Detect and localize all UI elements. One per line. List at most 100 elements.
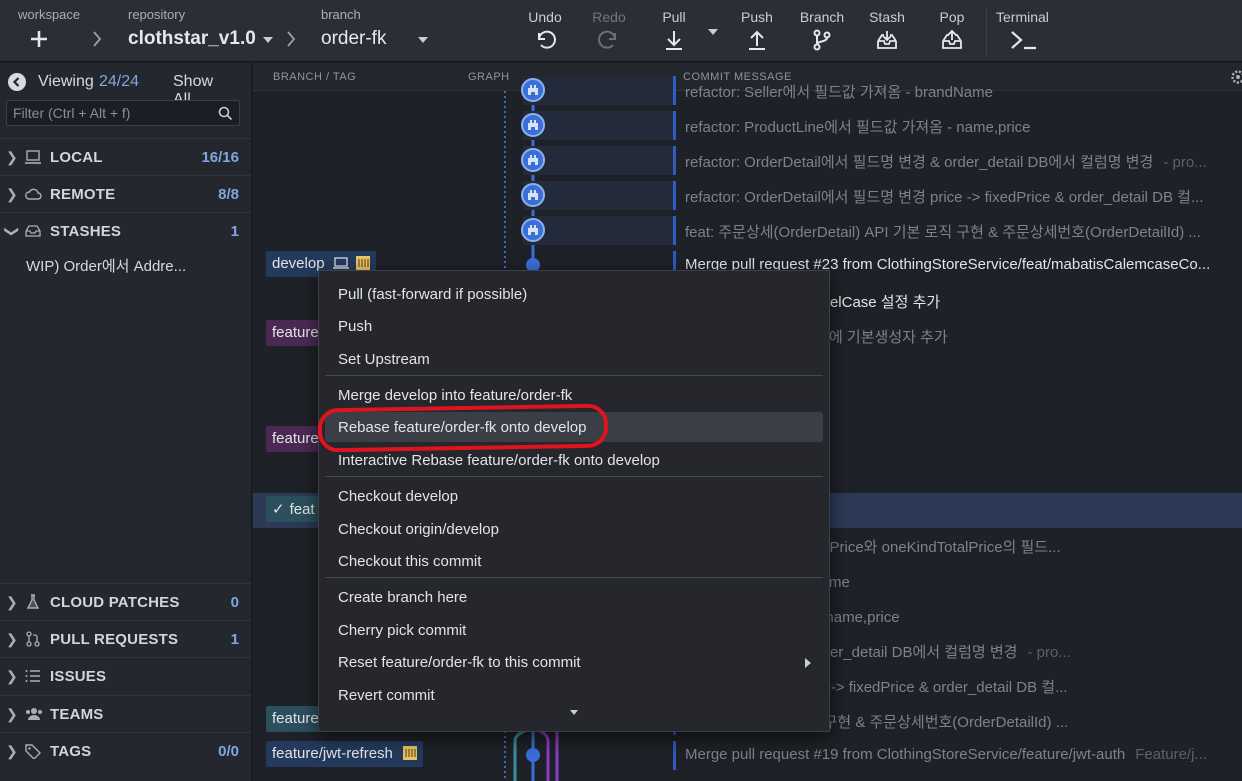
commit-message: Merge pull request #19 from ClothingStor…: [685, 746, 1207, 763]
commit-avatar-node[interactable]: [521, 183, 545, 207]
commit-color-bar: [673, 216, 676, 245]
commit-avatar-node[interactable]: [521, 148, 545, 172]
menu-item-label: Revert commit: [338, 687, 435, 704]
chevron-right-icon: ❯: [6, 706, 18, 722]
commit-avatar-node[interactable]: [521, 218, 545, 242]
commit-message-text: refactor: Seller에서 필드값 가져옴 - brandName: [685, 84, 993, 101]
avatar-icon: [528, 155, 538, 165]
menu-item-reset[interactable]: Reset feature/order-fk to this commit: [325, 647, 823, 677]
menu-item-set-upstream[interactable]: Set Upstream: [325, 344, 823, 374]
section-count: 1: [230, 223, 239, 240]
branch-selector[interactable]: branch order-fk: [313, 0, 443, 62]
branch-button[interactable]: Branch: [790, 6, 854, 58]
branch-tag-feature[interactable]: feature: [266, 426, 325, 452]
terminal-button[interactable]: Terminal: [992, 6, 1062, 58]
cloud-icon: [25, 188, 42, 200]
people-icon: [26, 708, 42, 720]
remote-avatar-icon: [403, 746, 418, 760]
inbox-icon: [25, 225, 41, 237]
pop-icon: [942, 29, 962, 49]
commit-row[interactable]: refactor: ProductLine에서 필드값 가져옴 - name,p…: [253, 108, 1242, 143]
toolbar: workspace repository clothstar_v1.0 bran…: [0, 0, 1242, 62]
section-stashes[interactable]: ❯ STASHES 1: [0, 212, 251, 249]
caret-down-icon: [418, 37, 428, 43]
commit-color-bar: [673, 741, 676, 770]
commit-ref-text: Feature/j...: [1135, 746, 1207, 763]
laptop-icon: [25, 150, 41, 164]
section-count: 1: [230, 631, 239, 648]
branch-tag-feature[interactable]: feature: [266, 706, 325, 732]
menu-item-checkout-commit[interactable]: Checkout this commit: [325, 546, 823, 576]
push-icon: [749, 30, 765, 50]
commit-row[interactable]: feat: 주문상세(OrderDetail) API 기본 로직 구현 & 주…: [253, 213, 1242, 248]
merge-commit-dot[interactable]: [526, 748, 540, 762]
back-arrow-icon[interactable]: [8, 73, 26, 91]
branch-tag-feature[interactable]: feature: [266, 320, 325, 346]
sidebar: Viewing 24/24 Show All ❯ LOCAL 16/16 ❯ R…: [0, 63, 252, 781]
section-issues[interactable]: ❯ ISSUES: [0, 657, 251, 694]
chevron-down-icon: ❯: [4, 225, 21, 238]
section-remote[interactable]: ❯ REMOTE 8/8: [0, 175, 251, 212]
workspace-group[interactable]: workspace: [0, 0, 80, 62]
menu-item-revert[interactable]: Revert commit: [325, 680, 823, 710]
section-local[interactable]: ❯ LOCAL 16/16: [0, 138, 251, 175]
pull-request-icon: [26, 631, 40, 647]
viewing-label: Viewing: [38, 73, 94, 90]
avatar-icon: [528, 120, 538, 130]
section-label: TAGS: [50, 743, 92, 760]
section-teams[interactable]: ❯ TEAMS: [0, 695, 251, 732]
branch-tag-jwt-refresh[interactable]: feature/jwt-refresh: [266, 741, 424, 767]
branch-tag-label: feature: [272, 710, 319, 727]
branch-tag-current[interactable]: ✓ feat: [266, 496, 321, 522]
menu-item-label: Pull (fast-forward if possible): [338, 286, 528, 303]
scroll-down-icon[interactable]: [570, 710, 578, 715]
commit-message: refactor: Seller에서 필드값 가져옴 - brandName: [685, 81, 993, 102]
undo-icon: [538, 30, 556, 49]
section-count: 16/16: [201, 149, 239, 166]
menu-item-label: Create branch here: [338, 589, 468, 606]
chevron-right-icon: ❯: [6, 594, 18, 610]
commit-row[interactable]: refactor: OrderDetail에서 필드명 변경 & order_d…: [253, 143, 1242, 178]
section-count: 8/8: [218, 186, 239, 203]
redo-button[interactable]: Redo: [577, 6, 641, 58]
menu-divider: [325, 375, 823, 376]
pull-button[interactable]: Pull: [642, 6, 706, 58]
section-pull-requests[interactable]: ❯ PULL REQUESTS 1: [0, 620, 251, 657]
repository-selector[interactable]: repository clothstar_v1.0: [120, 0, 280, 62]
branch-tag-label: feature: [272, 324, 319, 341]
remote-avatar-icon: [355, 256, 370, 270]
menu-item-create-branch[interactable]: Create branch here: [325, 582, 823, 612]
commit-message-text: refactor: OrderDetail에서 필드명 변경 & order_d…: [685, 154, 1154, 171]
graph-row-background: [523, 181, 675, 210]
menu-item-checkout-develop[interactable]: Checkout develop: [325, 481, 823, 511]
terminal-label: Terminal: [996, 9, 1049, 25]
commit-row[interactable]: refactor: Seller에서 필드값 가져옴 - brandName: [253, 73, 1242, 108]
chevron-right-icon: ❯: [6, 186, 18, 202]
caret-down-icon: [263, 37, 273, 43]
pop-button[interactable]: Pop: [920, 6, 984, 58]
section-cloud-patches[interactable]: ❯ CLOUD PATCHES 0: [0, 583, 251, 620]
workspace-label: workspace: [18, 7, 81, 22]
push-button[interactable]: Push: [725, 6, 789, 58]
stash-list-item[interactable]: WIP) Order에서 Addre...: [22, 255, 186, 276]
section-count: 0: [230, 594, 239, 611]
menu-item-cherry-pick[interactable]: Cherry pick commit: [325, 615, 823, 645]
commit-row[interactable]: refactor: OrderDetail에서 필드명 변경 price -> …: [253, 178, 1242, 213]
graph-row-background: [523, 76, 675, 105]
menu-item-checkout-origin-develop[interactable]: Checkout origin/develop: [325, 514, 823, 544]
commit-avatar-node[interactable]: [521, 113, 545, 137]
filter-input[interactable]: [7, 101, 239, 125]
menu-item-label: Cherry pick commit: [338, 622, 467, 639]
repository-name: clothstar_v1.0: [128, 28, 256, 49]
add-icon[interactable]: [30, 30, 48, 48]
menu-item-pull[interactable]: Pull (fast-forward if possible): [325, 279, 823, 309]
commit-avatar-node[interactable]: [521, 78, 545, 102]
pull-options-caret-icon[interactable]: [708, 29, 718, 35]
undo-button[interactable]: Undo: [513, 6, 577, 58]
stash-button[interactable]: Stash: [855, 6, 919, 58]
stash-icon: [877, 31, 897, 49]
commit-message: feat: 주문상세(OrderDetail) API 기본 로직 구현 & 주…: [685, 221, 1201, 242]
section-tags[interactable]: ❯ TAGS 0/0: [0, 732, 251, 769]
menu-item-push[interactable]: Push: [325, 311, 823, 341]
undo-label: Undo: [528, 9, 562, 25]
